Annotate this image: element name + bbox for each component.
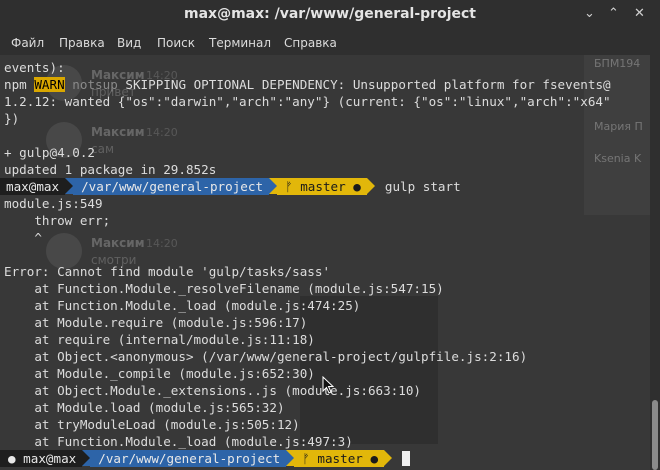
shell-prompt: ● max@max/var/www/general-project ᚠ maste… — [0, 450, 650, 467]
scrollbar-thumb[interactable] — [652, 400, 658, 470]
prompt-separator-icon — [65, 178, 74, 194]
terminal-line: events): — [4, 60, 65, 75]
prompt-separator-icon — [269, 178, 278, 194]
prompt-command: gulp start — [384, 179, 461, 194]
terminal-line: ^ — [4, 230, 42, 245]
title-bar: max@max: /var/www/general-project ⌄ ⌃ ✕ — [0, 0, 660, 30]
prompt-separator-icon — [286, 450, 295, 466]
minimize-button[interactable]: ⌄ — [584, 6, 595, 21]
window-title: max@max: /var/www/general-project — [184, 6, 476, 22]
prompt-separator-icon — [366, 178, 375, 194]
terminal-line: at tryModuleLoad (module.js:505:12) — [4, 417, 300, 432]
terminal-line: at Function.Module._load (module.js:497:… — [4, 434, 353, 449]
terminal-line: module.js:549 — [4, 196, 103, 211]
terminal-cursor — [402, 451, 411, 466]
terminal-area[interactable]: Максим 14:20 привет Максим 14:20 сам Мак… — [0, 55, 650, 470]
prompt-path: /var/www/general-project — [90, 450, 287, 467]
prompt-user: max@max — [0, 178, 66, 195]
terminal-line: updated 1 package in 29.852s — [4, 162, 217, 177]
mouse-pointer-icon — [322, 376, 334, 394]
terminal-line: + gulp@4.0.2 — [4, 145, 95, 160]
warn-code: notsup — [72, 77, 118, 92]
terminal-output: events): npm WARN notsup SKIPPING OPTIONA… — [0, 59, 650, 467]
prompt-separator-icon — [82, 450, 91, 466]
terminal-line: at Module.require (module.js:596:17) — [4, 315, 308, 330]
terminal-line: }) — [4, 111, 20, 126]
warn-badge: WARN — [34, 77, 65, 92]
prompt-path: /var/www/general-project — [73, 178, 270, 195]
prompt-git-branch: ᚠ master ● — [277, 178, 367, 195]
terminal-line: at require (internal/module.js:11:18) — [4, 332, 315, 347]
terminal-line: at Object.<anonymous> (/var/www/general-… — [4, 349, 528, 364]
terminal-line: Error: Cannot find module 'gulp/tasks/sa… — [4, 264, 331, 279]
terminal-line: npm WARN notsup SKIPPING OPTIONAL DEPEND… — [4, 76, 650, 93]
menu-edit[interactable]: Правка — [59, 36, 105, 50]
prompt-separator-icon — [384, 450, 393, 466]
menu-terminal[interactable]: Терминал — [209, 36, 271, 50]
terminal-line: at Module.load (module.js:565:32) — [4, 400, 285, 415]
terminal-scrollbar[interactable] — [650, 55, 660, 470]
menu-bar: Файл Правка Вид Поиск Терминал Справка — [0, 30, 660, 55]
prompt-user: ● max@max — [0, 450, 83, 467]
maximize-button[interactable]: ⌃ — [608, 6, 619, 21]
terminal-line: at Function.Module._resolveFilename (mod… — [4, 281, 444, 296]
shell-prompt: max@max/var/www/general-project ᚠ master … — [0, 178, 650, 195]
menu-view[interactable]: Вид — [117, 36, 141, 50]
npm-label: npm — [4, 77, 35, 92]
terminal-line: 1.2.12: wanted {"os":"darwin","arch":"an… — [4, 94, 611, 109]
menu-file[interactable]: Файл — [11, 36, 44, 50]
warn-message: SKIPPING OPTIONAL DEPENDENCY: Unsupporte… — [117, 77, 611, 92]
menu-help[interactable]: Справка — [284, 36, 337, 50]
terminal-line: at Function.Module._load (module.js:474:… — [4, 298, 361, 313]
close-button[interactable]: ✕ — [634, 6, 645, 21]
prompt-git-branch: ᚠ master ● — [294, 450, 385, 467]
menu-search[interactable]: Поиск — [157, 36, 195, 50]
terminal-line: throw err; — [4, 213, 111, 228]
